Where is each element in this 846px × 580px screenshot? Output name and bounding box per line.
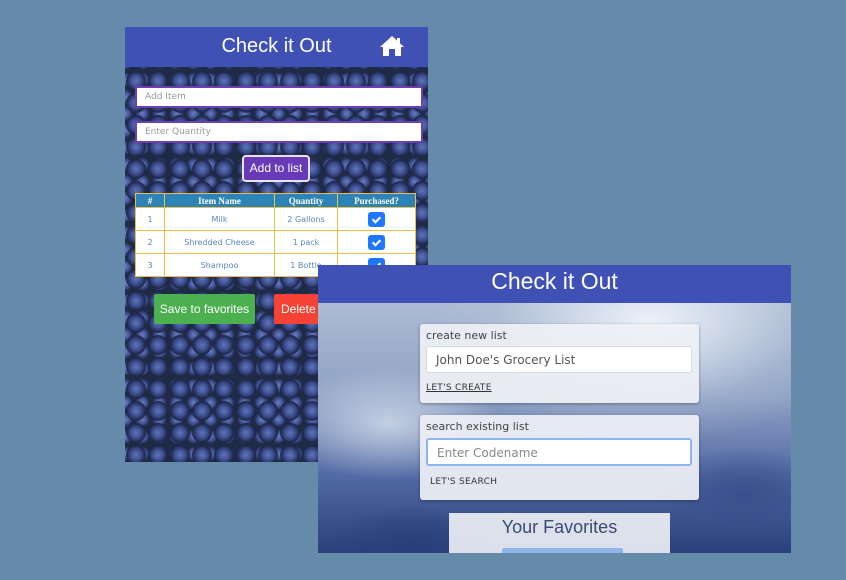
create-list-card: create new list John Doe's Grocery List …	[420, 324, 699, 403]
create-list-label: create new list	[426, 329, 507, 342]
row-number: 3	[135, 253, 165, 277]
row-number: 2	[135, 230, 165, 254]
item-name: Shredded Cheese	[164, 230, 275, 254]
item-name: Milk	[164, 207, 275, 231]
purchased-cell	[337, 207, 416, 231]
column-header-number: #	[135, 193, 165, 208]
lets-search-button[interactable]: LET'S SEARCH	[430, 477, 497, 487]
desktop-app-bar: Check it Out	[318, 265, 791, 303]
table-row: 2 Shredded Cheese 1 pack	[135, 230, 416, 254]
mobile-app-bar: Check it Out	[125, 27, 428, 67]
search-list-label: search existing list	[426, 420, 529, 433]
list-name-input[interactable]: John Doe's Grocery List	[426, 346, 692, 373]
item-quantity: 1 pack	[274, 230, 338, 254]
row-number: 1	[135, 207, 165, 231]
favorites-button[interactable]	[502, 548, 623, 553]
home-icon[interactable]	[379, 35, 405, 57]
codename-input[interactable]: Enter Codename	[426, 438, 692, 466]
column-header-purchased: Purchased?	[337, 193, 416, 208]
favorites-title: Your Favorites	[501, 517, 618, 537]
save-to-favorites-button[interactable]: Save to favorites	[154, 294, 255, 324]
purchased-checkbox[interactable]	[368, 211, 385, 227]
purchased-checkbox[interactable]	[368, 234, 385, 250]
add-item-input[interactable]: Add Item	[135, 86, 423, 108]
quantity-input[interactable]: Enter Quantity	[135, 121, 423, 143]
item-quantity: 2 Gallons	[274, 207, 338, 231]
add-to-list-button[interactable]: Add to list	[242, 155, 310, 182]
item-name: Shampoo	[164, 253, 275, 277]
favorites-panel: Your Favorites	[449, 513, 670, 553]
table-header-row: # Item Name Quantity Purchased?	[135, 193, 416, 208]
desktop-app-title: Check it Out	[491, 268, 618, 294]
purchased-cell	[337, 230, 416, 254]
lets-create-button[interactable]: LET'S CREATE	[426, 383, 492, 393]
search-list-card: search existing list Enter Codename LET'…	[420, 415, 699, 500]
desktop-screenshot: Check it Out create new list John Doe's …	[318, 265, 791, 553]
column-header-quantity: Quantity	[274, 193, 338, 208]
column-header-item-name: Item Name	[164, 193, 275, 208]
table-row: 1 Milk 2 Gallons	[135, 207, 416, 231]
